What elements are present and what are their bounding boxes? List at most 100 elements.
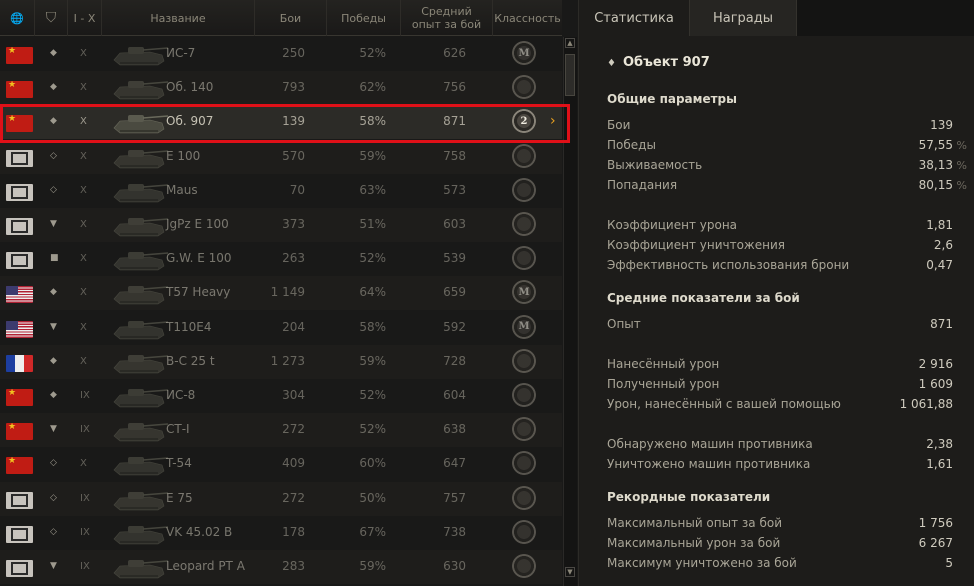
vehicle-row[interactable]: ▼ IX СТ-I 272 52% 638 (0, 413, 562, 448)
ger-flag-icon (6, 252, 33, 270)
tank-icon (113, 560, 169, 579)
heavy-type-icon: ◆ (50, 355, 57, 366)
col-nation-sort[interactable]: 🌐 (0, 0, 35, 36)
vehicle-battles: 1 273 (270, 353, 305, 368)
ger-flag-icon (6, 525, 33, 543)
stat-label: Нанесённый урон (607, 357, 720, 371)
stat-value: 6 267 (918, 536, 953, 550)
vehicle-tier: X (80, 184, 87, 196)
mastery-badge-icon (512, 75, 536, 100)
tab-awards[interactable]: Награды (689, 0, 797, 36)
vehicle-tier: X (80, 287, 87, 299)
scrollbar-thumb[interactable] (565, 54, 575, 96)
vehicle-row[interactable]: ◆ X T57 Heavy 1 149 64% 659 M (0, 276, 562, 311)
vehicle-list-panel: 🌐 ⛉ I - X Название Бои Победы Средний оп… (0, 0, 578, 586)
col-type-sort[interactable]: ⛉ (35, 0, 68, 36)
tank-icon (113, 525, 169, 545)
vehicle-type-icon: ⛉ (45, 9, 57, 26)
vehicle-title: Объект 907 (623, 55, 710, 70)
vehicle-row[interactable]: ◇ X Maus 70 63% 573 (0, 174, 562, 208)
col-class-label: Классность (494, 11, 561, 25)
mastery-badge-icon: M (512, 41, 536, 65)
tank-icon (113, 47, 169, 66)
td-type-icon: ▼ (50, 424, 57, 435)
percent-sign: % (956, 139, 967, 152)
vehicle-name: Об. 907 (166, 114, 214, 129)
scroll-down-icon[interactable]: ▼ (565, 567, 575, 577)
mastery-badge-icon (512, 212, 536, 236)
stat-label: Выживаемость (607, 158, 703, 172)
vehicle-battles: 204 (282, 319, 305, 334)
stats-panel: Статистика Награды ♦ Объект 907 Общие па… (578, 0, 974, 586)
percent-sign: % (956, 179, 967, 192)
scroll-up-icon[interactable]: ▲ (565, 38, 575, 48)
vehicle-row[interactable]: ▼ X JgPz E 100 373 51% 603 (0, 208, 562, 242)
vehicle-avg-xp: 630 (443, 559, 466, 573)
col-wins-sort[interactable]: Победы (327, 0, 401, 36)
vehicle-battles: 373 (282, 217, 305, 231)
tank-icon (113, 218, 169, 237)
vehicle-battles: 304 (282, 388, 305, 402)
stat-label: Полученный урон (607, 377, 720, 391)
vehicle-wins: 52% (359, 46, 386, 60)
tab-awards-label: Награды (712, 10, 774, 26)
stat-value: 1 609 (918, 377, 953, 391)
tab-statistics-label: Статистика (594, 10, 674, 26)
stat-value: 1,61 (926, 457, 953, 471)
tabs-spacer (797, 0, 974, 36)
vehicle-row[interactable]: ▼ IX Leopard PT A 283 59% 630 (0, 550, 562, 584)
stat-label: Обнаружено машин противника (607, 437, 813, 451)
col-avg-xp-sort[interactable]: Средний опыт за бой (401, 0, 493, 36)
vehicle-row[interactable]: ◇ X E 100 570 59% 758 (0, 139, 562, 174)
vehicle-row[interactable]: ◇ IX E 75 272 50% 757 (0, 481, 562, 516)
stat-value: 2 916 (918, 357, 953, 371)
usa-flag-icon (6, 286, 33, 304)
stat-value: 38,13 (918, 158, 953, 172)
vehicle-row[interactable]: ◆ X B-C 25 t 1 273 59% 728 (0, 344, 562, 379)
stat-label: Уничтожено машин противника (607, 457, 811, 471)
ussr-flag-icon (6, 389, 33, 406)
tank-icon (113, 491, 169, 510)
tank-icon (113, 457, 169, 476)
vehicle-battles: 70 (289, 182, 305, 197)
ussr-flag-icon (6, 423, 33, 441)
stats-content: ♦ Объект 907 Общие параметры Бои 139 Поб… (579, 36, 974, 586)
ger-flag-icon (6, 183, 33, 201)
tab-statistics[interactable]: Статистика (579, 0, 689, 36)
vehicle-row[interactable]: ◆ IX ИС-8 304 52% 604 (0, 379, 562, 413)
vehicle-row[interactable]: ◆ X Об. 140 793 62% 756 (0, 71, 562, 106)
mastery-badge-icon: M (512, 280, 536, 305)
col-class-sort[interactable]: Классность (493, 0, 562, 36)
vehicle-wins: 51% (359, 217, 386, 231)
vehicle-avg-xp: 638 (443, 422, 466, 437)
stat-value: 57,55 (918, 138, 953, 152)
vehicle-row[interactable]: ◇ X T-54 409 60% 647 (0, 447, 562, 481)
col-tier-sort[interactable]: I - X (68, 0, 102, 36)
usa-flag-icon (6, 320, 33, 338)
vehicle-row[interactable]: ◇ IX VK 45.02 B 178 67% 738 (0, 516, 562, 550)
col-wins-label: Победы (341, 11, 386, 25)
vehicle-battles: 272 (282, 490, 305, 505)
vehicle-name: T110E4 (166, 319, 212, 334)
vehicle-wins: 63% (359, 182, 386, 197)
stats-tabs: Статистика Награды (579, 0, 974, 36)
vehicle-row[interactable]: ▼ X T110E4 204 58% 592 M (0, 311, 562, 345)
vehicle-name: E 75 (166, 490, 193, 505)
col-name-label: Название (150, 11, 206, 25)
vehicle-row[interactable]: ◆ X ИС-7 250 52% 626 M (0, 37, 562, 71)
tank-icon (113, 320, 169, 339)
vehicle-battles: 263 (282, 251, 305, 266)
mastery-badge-icon (512, 383, 536, 407)
vehicle-tier: X (80, 150, 87, 162)
vehicle-name: VK 45.02 B (166, 524, 233, 539)
stat-value: 139 (930, 118, 953, 132)
tank-icon (113, 115, 169, 134)
vehicle-wins: 58% (359, 114, 386, 129)
vehicle-row[interactable]: ■ X G.W. E 100 263 52% 539 (0, 242, 562, 276)
col-name-sort[interactable]: Название (102, 0, 255, 36)
vehicle-row[interactable]: ◆ X Об. 907 139 58% 871 2 › (0, 105, 562, 140)
vehicle-wins: 52% (359, 388, 386, 402)
vehicle-wins: 67% (359, 524, 386, 539)
list-scrollbar[interactable] (563, 37, 577, 586)
col-battles-sort[interactable]: Бои (255, 0, 327, 36)
